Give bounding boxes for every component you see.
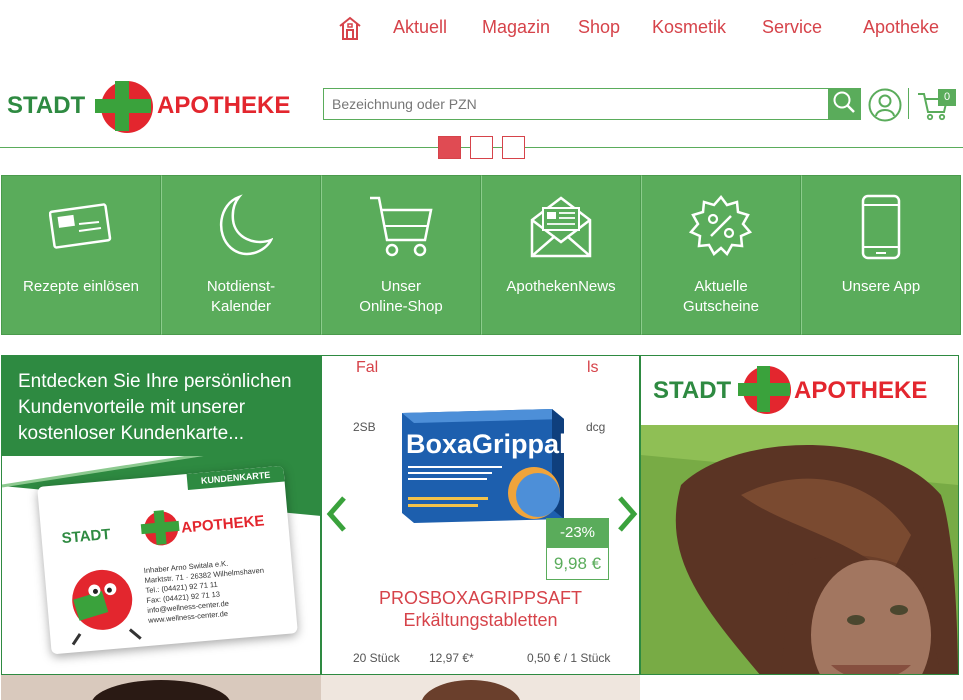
tile-notdienst-kalender[interactable]: Notdienst- Kalender: [161, 175, 321, 335]
tile-label-line2: Gutscheine: [683, 298, 759, 315]
service-tiles: Rezepte einlösen Notdienst- Kalender Unse…: [1, 175, 961, 335]
user-icon[interactable]: [868, 88, 902, 122]
customer-card-promo[interactable]: Entdecken Sie Ihre persönlichen Kundenvo…: [1, 355, 321, 675]
customer-card-image: KUNDENKARTE STADT APOTHEKE Inhaber Arno …: [37, 465, 298, 655]
product-title[interactable]: PROSBOXAGRIPPSAFT: [322, 587, 639, 609]
logo-text-apotheke: APOTHEKE: [157, 92, 290, 119]
slider-dot-2[interactable]: [470, 136, 493, 159]
nav-link-apotheke[interactable]: Apotheke: [863, 17, 939, 38]
tile-label-line1: Notdienst-: [206, 278, 276, 295]
product-header-overlap-right: ls: [587, 359, 599, 376]
product-unit-price: 0,50 € / 1 Stück: [527, 651, 611, 665]
bottom-teaser-2[interactable]: [321, 675, 640, 700]
top-navigation: Aktuell Magazin Shop Kosmetik Service Ap…: [0, 0, 963, 60]
tile-label-line1: Unsere App: [841, 278, 921, 295]
carousel-next-arrow[interactable]: [616, 496, 638, 537]
cart-count-badge: 0: [938, 89, 956, 106]
nav-link-service[interactable]: Service: [762, 17, 822, 38]
card-logo-stadt: STADT: [61, 526, 111, 547]
slider-dot-3[interactable]: [502, 136, 525, 159]
product-header-overlap-left: Fal: [356, 359, 379, 376]
woman-in-grass-photo: [641, 425, 958, 674]
nav-link-kosmetik[interactable]: Kosmetik: [652, 17, 726, 38]
product-old-price: 12,97 €*: [429, 651, 474, 665]
product-pack-size: 20 Stück: [353, 651, 400, 665]
product-price: 9,98 €: [546, 547, 609, 580]
product-carousel: Fal ls 2SB dcg BoxaGrippal -23% 9,98 € P…: [321, 355, 640, 675]
search-input[interactable]: [324, 89, 829, 119]
smartphone-icon: [861, 194, 901, 260]
slider-dot-1[interactable]: [438, 136, 461, 159]
card-address-block: Inhaber Arno Switala e.K. Marktstr. 71 ·…: [143, 556, 267, 626]
banner-logo-band: STADT APOTHEKE: [641, 356, 958, 425]
tile-label-line2: Online-Shop: [359, 298, 443, 315]
product-subtitle[interactable]: Erkältungstabletten: [322, 609, 639, 631]
search-bar: [323, 88, 861, 120]
promo-text: Entdecken Sie Ihre persönlichen Kundenvo…: [18, 371, 292, 444]
product-side-text-right: dcg: [586, 420, 606, 434]
product-side-text-left: 2SB: [353, 420, 376, 434]
search-icon: [832, 90, 856, 119]
prescription-card-icon: [49, 203, 112, 249]
tile-online-shop[interactable]: Unser Online-Shop: [321, 175, 481, 335]
tile-label-line2: Kalender: [210, 298, 272, 315]
coupon-icon: [688, 195, 753, 257]
nav-link-magazin[interactable]: Magazin: [482, 17, 550, 38]
nav-link-aktuell[interactable]: Aktuell: [393, 17, 447, 38]
banner-logo-stadt: STADT: [653, 377, 732, 404]
tile-apotheken-news[interactable]: ApothekenNews: [481, 175, 641, 335]
tile-label-line1: Aktuelle: [694, 278, 748, 295]
tile-rezepte-einloesen[interactable]: Rezepte einlösen: [1, 175, 161, 335]
pharmacy-image-banner[interactable]: STADT APOTHEKE: [640, 355, 959, 675]
nav-link-shop[interactable]: Shop: [578, 17, 620, 38]
discount-badge: -23%: [546, 518, 609, 547]
tile-label-line1: Rezepte einlösen: [23, 278, 139, 295]
logo-text-stadt: STADT: [7, 92, 86, 119]
tile-label-line1: Unser: [380, 278, 421, 295]
product-box-brand: BoxaGrippal: [406, 429, 567, 459]
banner-logo-apotheke: APOTHEKE: [794, 377, 927, 404]
bottom-teaser-1[interactable]: [1, 675, 321, 700]
newsletter-icon: [530, 196, 592, 258]
tile-label-line1: ApothekenNews: [506, 278, 616, 295]
home-icon[interactable]: [337, 15, 363, 41]
card-logo-apotheke: APOTHEKE: [181, 512, 266, 536]
tile-aktuelle-gutscheine[interactable]: Aktuelle Gutscheine: [641, 175, 801, 335]
moon-icon: [219, 194, 273, 256]
tile-unsere-app[interactable]: Unsere App: [801, 175, 961, 335]
stadt-apotheke-logo[interactable]: STADT APOTHEKE: [7, 80, 303, 135]
shopping-cart-icon: [370, 196, 433, 257]
search-button[interactable]: [828, 89, 860, 119]
product-image[interactable]: BoxaGrippal: [392, 401, 572, 531]
carousel-prev-arrow[interactable]: [326, 496, 348, 537]
header-divider: [908, 88, 909, 119]
